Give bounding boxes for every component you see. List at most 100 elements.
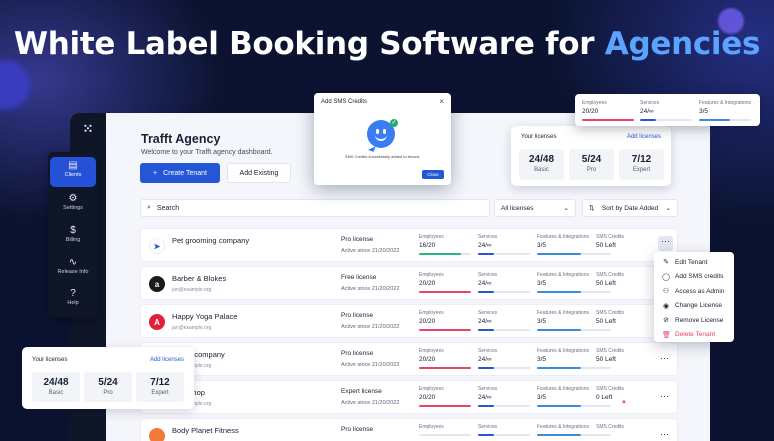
more-options-button[interactable]: ··· [660, 353, 669, 363]
menu-item-edit-tenant[interactable]: ✎ Edit Tenant [662, 258, 708, 267]
tenant-active-since: Active since 21/20/2022 [341, 286, 400, 292]
message-icon: ◯ [662, 273, 670, 281]
table-row[interactable]: Body Planet Fitness Pro license Employee… [140, 418, 678, 441]
more-options-button[interactable]: ··· [660, 429, 669, 439]
tenant-email: jan@example.org [172, 287, 212, 293]
tenant-logo: ➤ [149, 238, 165, 254]
stat-label: Features & Integrations [699, 100, 751, 106]
check-icon: ✓ [390, 119, 398, 127]
pencil-icon: ✎ [663, 259, 669, 266]
create-tenant-button[interactable]: + Create Tenant [140, 163, 220, 183]
license-expert: 7/12 Expert [136, 372, 184, 402]
table-row[interactable]: a Barber & Blokes jan@example.org Free l… [140, 266, 678, 300]
licenses-card: Your licenses Add licenses 24/48 Basic 5… [511, 126, 671, 186]
sms-credits-modal: Add SMS Credits × ✓ SMS Credits successf… [314, 93, 451, 185]
tenant-license: Pro license [341, 426, 374, 433]
chevron-down-icon: ⌄ [563, 205, 569, 212]
stat-employees: Employees 20/20 [419, 386, 471, 407]
stat-label: Services [478, 348, 498, 354]
sidebar-item-clients[interactable]: ▤ Clients [50, 157, 96, 187]
sidebar-item-billing[interactable]: $ Billing [50, 222, 96, 252]
warning-icon: ▲ [621, 399, 627, 405]
menu-item-label: Remove License [675, 316, 724, 324]
license-value: 5/24 [581, 154, 602, 165]
menu-item-label: Add SMS credits [675, 273, 724, 280]
add-licenses-link[interactable]: Add licenses [627, 134, 661, 140]
close-icon[interactable]: × [439, 97, 444, 106]
menu-item-access-as-admin[interactable]: ⚇ Access as Admin [662, 287, 725, 296]
tenant-license: Free license [341, 274, 377, 281]
menu-item-label: Change License [675, 302, 722, 309]
stat-value: 50 Left [596, 280, 616, 287]
app-logo-icon[interactable]: ⁙ [78, 119, 98, 139]
more-options-button[interactable]: ··· [660, 391, 669, 401]
stat-label: Employees [419, 424, 444, 430]
sidebar-item-label: Settings [63, 205, 83, 211]
sidebar-item-label: Billing [65, 237, 81, 243]
modal-close-button[interactable]: Close [422, 170, 444, 179]
license-filter-value: All licenses [501, 204, 534, 212]
modal-title: Add SMS Credits [321, 99, 368, 105]
stat-value: 24/∞ [478, 394, 492, 401]
tenant-logo: A [149, 314, 165, 330]
sidebar-item-help[interactable]: ? Help [50, 285, 96, 315]
stat-label: Features & Integrations [537, 424, 589, 430]
pulse-icon: ∿ [68, 257, 78, 268]
page-subtitle: Welcome to your Trafft agency dashboard. [141, 149, 273, 156]
progress-bar [419, 253, 471, 255]
more-options-button[interactable]: ··· [658, 236, 673, 251]
table-row[interactable]: rber Shop jan@example.org Expert license… [140, 380, 678, 414]
progress-bar [419, 405, 471, 407]
progress-bar [478, 291, 530, 293]
sidebar-item-release-info[interactable]: ∿ Release Info [50, 254, 96, 284]
license-type: Expert [632, 167, 651, 173]
tenant-name[interactable]: Barber & Blokes [172, 274, 226, 283]
stat-label: Employees [419, 310, 444, 316]
license-value: 7/12 [631, 154, 652, 165]
stat-label: Employees [419, 234, 444, 240]
stat-value: 24/∞ [640, 108, 654, 115]
licenses-heading: Your licenses [32, 357, 68, 363]
license-icon: ◉ [662, 302, 670, 310]
table-row[interactable]: A Happy Yoga Palace jan@example.org Pro … [140, 304, 678, 338]
stat-label: Features & Integrations [537, 272, 589, 278]
tenant-name[interactable]: Happy Yoga Palace [172, 312, 237, 321]
add-existing-button[interactable]: Add Existing [227, 163, 291, 183]
tenant-license: Pro license [341, 236, 374, 243]
table-row[interactable]: g HIIT company jan@example.org Pro licen… [140, 342, 678, 376]
license-filter-select[interactable]: All licenses ⌄ [494, 199, 576, 217]
stat-employees: Employees 20/20 [419, 272, 471, 293]
stat-services: Services 24/∞ [478, 272, 530, 293]
menu-item-label: Edit Tenant [675, 258, 708, 266]
menu-item-label: Delete Tenant [675, 331, 715, 338]
license-value: 7/12 [150, 377, 170, 388]
stat-label: SMS Credits [596, 348, 625, 354]
menu-item-add-sms-credits[interactable]: ◯ Add SMS credits [662, 273, 723, 281]
page-title: Trafft Agency [141, 132, 221, 146]
stat-label: Employees [419, 272, 444, 278]
tenant-logo [149, 428, 165, 441]
stat-services: Services 24/∞ [478, 234, 530, 255]
tenant-name[interactable]: Pet grooming company [172, 236, 249, 245]
menu-item-delete-tenant[interactable]: 🗑 Delete Tenant [662, 331, 715, 339]
sort-select[interactable]: ⇅ Sort by Date Added ⌄ [582, 199, 678, 217]
menu-item-change-license[interactable]: ◉ Change License [662, 302, 722, 310]
table-row[interactable]: ➤ Pet grooming company Pro license Activ… [140, 228, 678, 262]
license-type: Basic [48, 390, 64, 396]
tenant-name[interactable]: Body Planet Fitness [172, 426, 239, 435]
stat-label: Employees [419, 348, 444, 354]
license-value: 24/48 [43, 377, 69, 388]
sort-icon: ⇅ [589, 205, 595, 212]
stat-services: Services 24/∞ [640, 100, 692, 121]
licenses-heading: Your licenses [521, 134, 557, 140]
progress-bar [537, 405, 611, 407]
search-input[interactable]: ⌕ Search [140, 199, 490, 217]
sidebar-item-settings[interactable]: ⚙ Settings [50, 190, 96, 220]
stat-employees: Employees 20/20 [419, 348, 471, 369]
stat-label: Services [478, 386, 498, 392]
briefcase-icon: ▤ [68, 160, 78, 171]
menu-item-label: Access as Admin [675, 287, 725, 295]
stat-label: Services [478, 310, 498, 316]
menu-item-remove-license[interactable]: ⊘ Remove License [662, 316, 724, 325]
add-licenses-link[interactable]: Add licenses [150, 357, 184, 363]
